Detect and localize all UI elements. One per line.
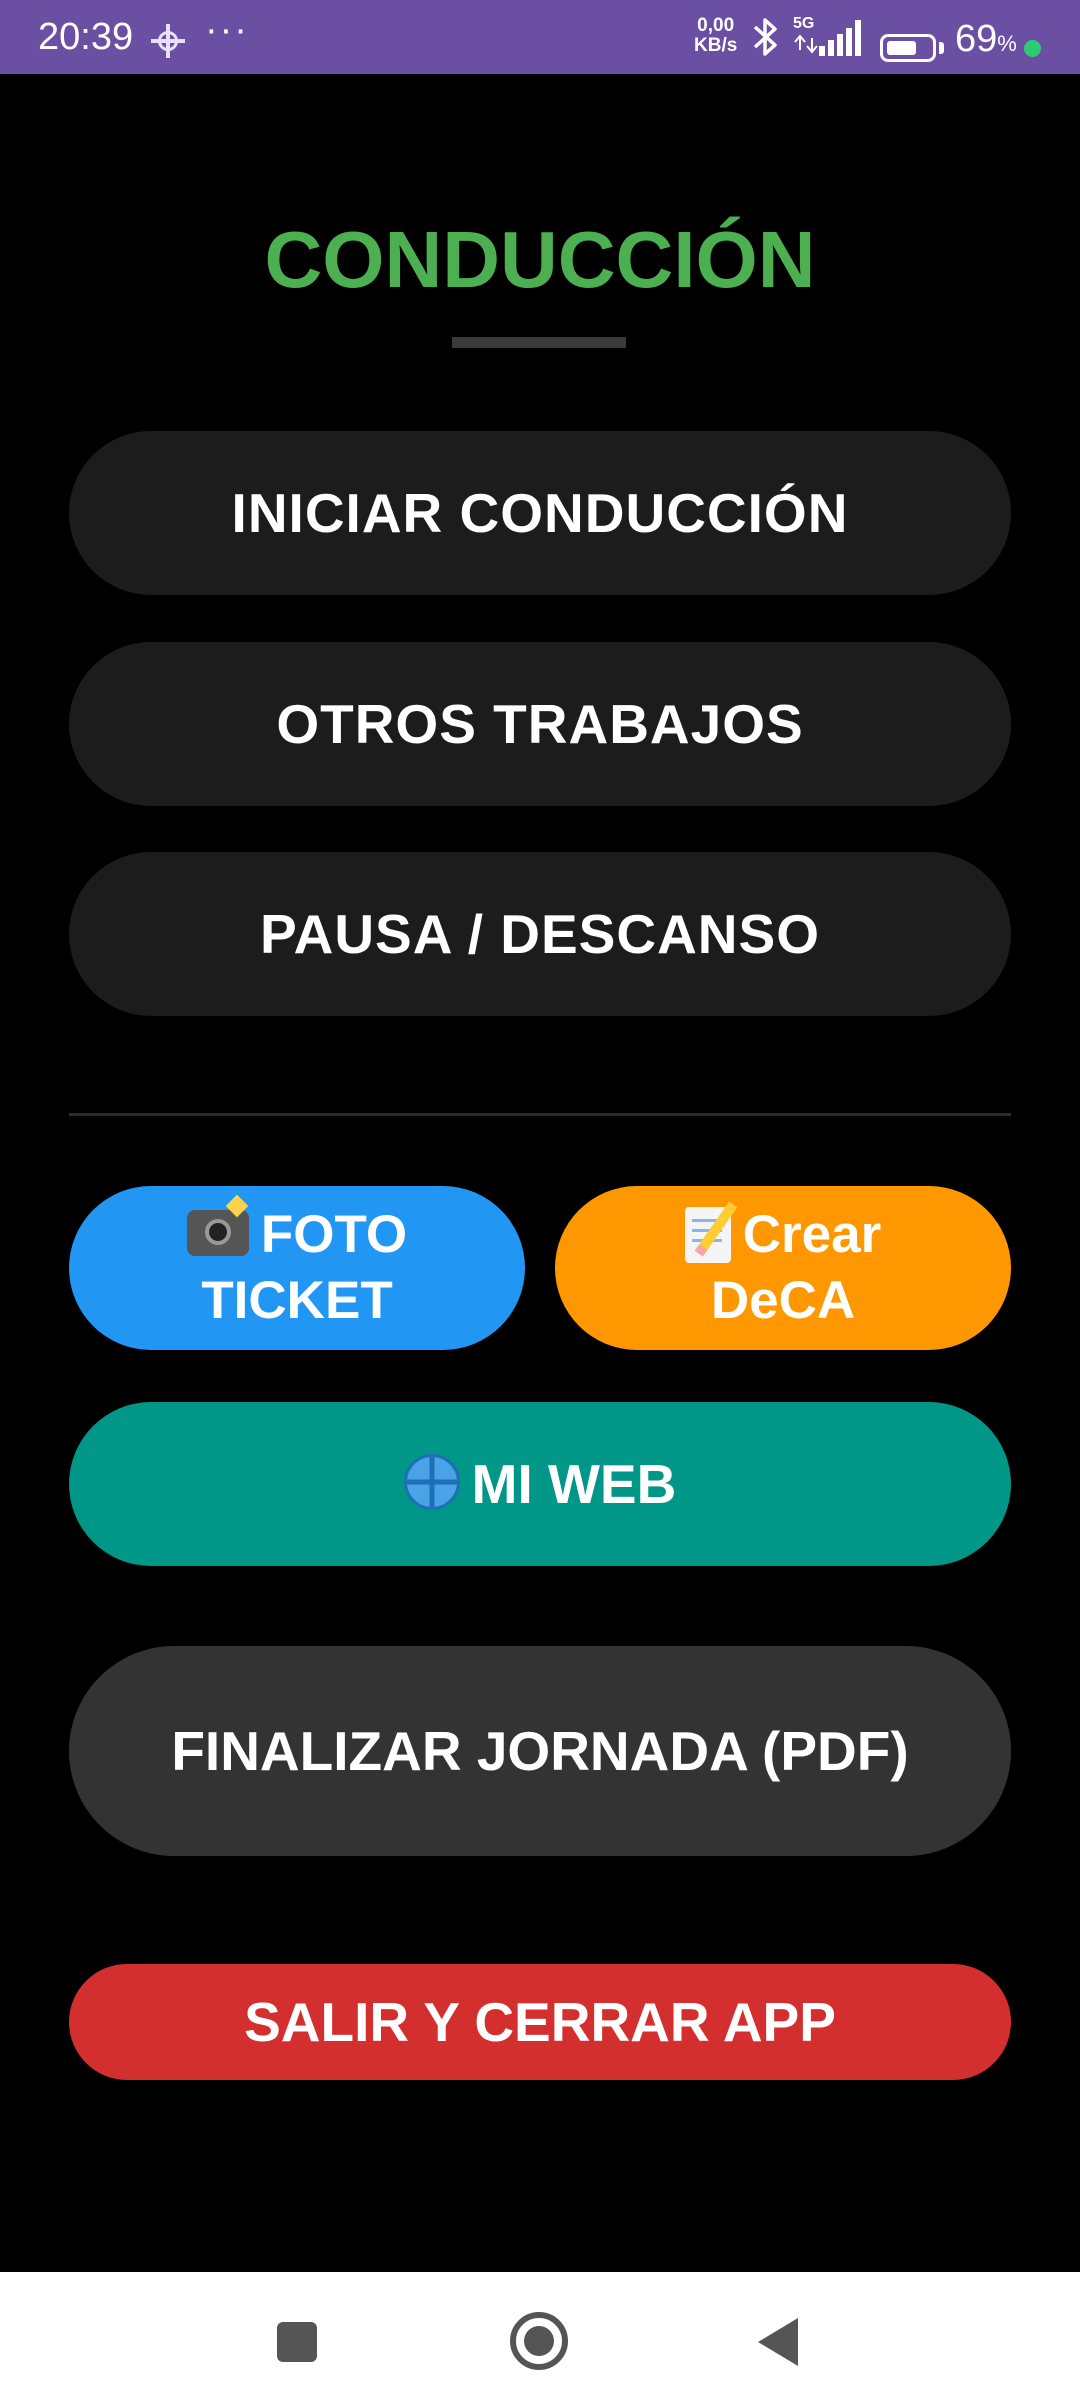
- status-time: 20:39: [38, 16, 134, 58]
- other-work-label: OTROS TRABAJOS: [276, 693, 804, 755]
- create-deca-label-2: DeCA: [710, 1271, 856, 1330]
- my-web-label: MI WEB: [471, 1453, 677, 1515]
- photo-ticket-button[interactable]: FOTO TICKET: [69, 1186, 525, 1350]
- recents-icon[interactable]: [277, 2322, 317, 2362]
- exit-app-button[interactable]: SALIR Y CERRAR APP: [69, 1964, 1011, 2080]
- back-icon[interactable]: [758, 2318, 798, 2366]
- more-notifications-icon: ···: [205, 9, 249, 51]
- signal-5g-icon: 5G: [793, 15, 861, 56]
- photo-ticket-line1: FOTO: [186, 1202, 408, 1268]
- network-type: 5G: [793, 15, 814, 32]
- page-title: CONDUCCIÓN: [264, 215, 816, 304]
- start-driving-label: INICIAR CONDUCCIÓN: [231, 482, 849, 544]
- start-driving-button[interactable]: INICIAR CONDUCCIÓN: [69, 431, 1011, 595]
- create-deca-text: Crear DeCA: [684, 1202, 882, 1334]
- camera-flash-icon: [186, 1210, 249, 1256]
- photo-ticket-label-1: FOTO: [260, 1205, 408, 1264]
- pause-rest-label: PAUSA / DESCANSO: [260, 903, 820, 965]
- battery-tip: [939, 42, 944, 54]
- finish-day-label: FINALIZAR JORNADA (PDF): [171, 1720, 909, 1782]
- title-underline: [452, 337, 626, 348]
- battery-icon: [880, 34, 936, 62]
- section-divider: [69, 1113, 1011, 1116]
- privacy-indicator-dot: [1024, 40, 1041, 57]
- battery-percent-unit: %: [997, 31, 1017, 56]
- home-icon-dot: [524, 2326, 554, 2356]
- other-work-button[interactable]: OTROS TRABAJOS: [69, 642, 1011, 806]
- globe-icon: [403, 1454, 460, 1510]
- battery-percent: 69%: [955, 16, 1017, 67]
- status-bar: 20:39 ··· 0,00 KB/s 5G 69%: [0, 0, 1080, 74]
- pause-rest-button[interactable]: PAUSA / DESCANSO: [69, 852, 1011, 1016]
- create-deca-button[interactable]: Crear DeCA: [555, 1186, 1011, 1350]
- battery-fill: [887, 41, 916, 55]
- exit-app-label: SALIR Y CERRAR APP: [244, 1991, 836, 2053]
- finish-day-button[interactable]: FINALIZAR JORNADA (PDF): [69, 1646, 1011, 1856]
- photo-ticket-text: FOTO TICKET: [186, 1202, 408, 1334]
- battery-percent-value: 69: [955, 18, 998, 60]
- network-speed-value: 0,00: [697, 15, 735, 36]
- my-web-button[interactable]: MI WEB: [69, 1402, 1011, 1566]
- create-deca-label-1: Crear: [742, 1205, 882, 1264]
- bluetooth-icon: [753, 18, 777, 56]
- photo-ticket-label-2: TICKET: [201, 1271, 393, 1330]
- location-icon: [151, 24, 185, 58]
- memo-icon: [684, 1207, 731, 1263]
- system-nav-bar: [0, 2272, 1080, 2408]
- network-speed-unit: KB/s: [694, 35, 738, 56]
- network-speed: 0,00 KB/s: [694, 16, 737, 56]
- create-deca-line1: Crear: [684, 1202, 882, 1268]
